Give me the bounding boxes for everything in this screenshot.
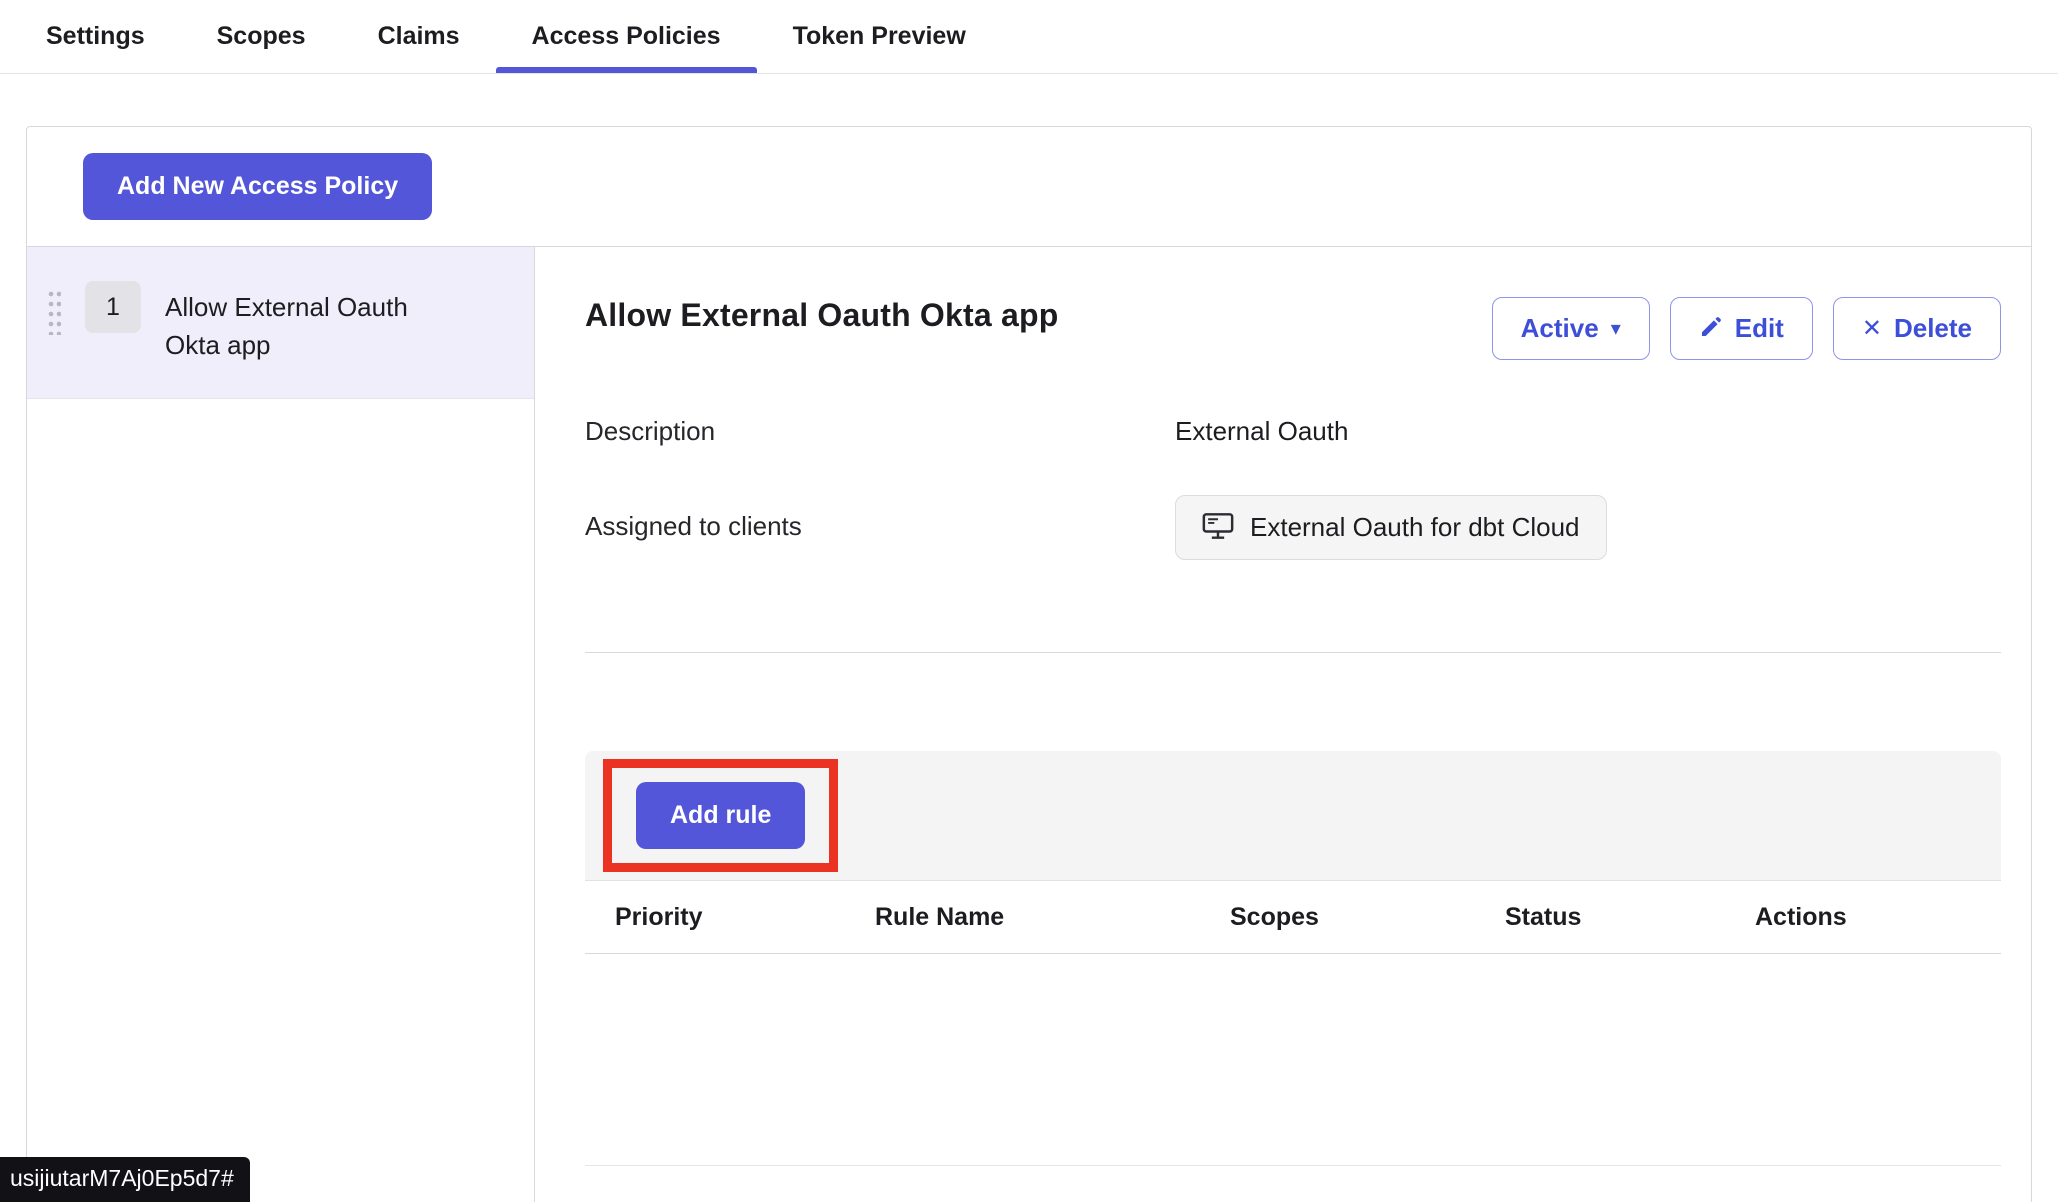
tab-claims[interactable]: Claims xyxy=(342,0,496,73)
edit-policy-label: Edit xyxy=(1735,313,1784,344)
policies-toolbar: Add New Access Policy xyxy=(27,127,2031,247)
policy-status-dropdown[interactable]: Active ▾ xyxy=(1492,297,1650,360)
tab-bar: Settings Scopes Claims Access Policies T… xyxy=(0,0,2058,74)
pencil-icon xyxy=(1699,315,1723,343)
status-url-overlay: usijiutarM7Aj0Ep5d7# xyxy=(0,1157,250,1202)
rules-toolbar: Add rule xyxy=(585,751,2001,880)
client-chip-label: External Oauth for dbt Cloud xyxy=(1250,512,1580,543)
assigned-clients-row: Assigned to clients External Oauth for d… xyxy=(585,495,2001,560)
edit-policy-button[interactable]: Edit xyxy=(1670,297,1813,360)
policy-actions: Active ▾ Edit ✕ xyxy=(1492,297,2001,360)
tab-token-preview[interactable]: Token Preview xyxy=(757,0,1002,73)
close-icon: ✕ xyxy=(1862,314,1882,343)
tab-settings[interactable]: Settings xyxy=(10,0,181,73)
description-value: External Oauth xyxy=(1175,416,1348,447)
tab-scopes[interactable]: Scopes xyxy=(181,0,342,73)
policy-priority-badge: 1 xyxy=(85,281,141,333)
rules-table-body xyxy=(585,954,2001,1166)
policy-list-item[interactable]: 1 Allow External Oauth Okta app xyxy=(27,247,534,399)
policy-status-label: Active xyxy=(1521,313,1599,344)
assigned-clients-label: Assigned to clients xyxy=(585,495,1175,560)
delete-policy-button[interactable]: ✕ Delete xyxy=(1833,297,2001,360)
tab-access-policies[interactable]: Access Policies xyxy=(496,0,757,73)
column-header-actions: Actions xyxy=(1755,903,2001,932)
column-header-scopes: Scopes xyxy=(1230,903,1505,932)
add-new-access-policy-button[interactable]: Add New Access Policy xyxy=(83,153,432,220)
delete-policy-label: Delete xyxy=(1894,313,1972,344)
column-header-status: Status xyxy=(1505,903,1755,932)
client-chip[interactable]: External Oauth for dbt Cloud xyxy=(1175,495,1607,560)
rules-table-header: Priority Rule Name Scopes Status Actions xyxy=(585,880,2001,954)
monitor-icon xyxy=(1202,512,1234,543)
section-divider xyxy=(585,652,2001,653)
description-row: Description External Oauth xyxy=(585,416,2001,447)
add-rule-button[interactable]: Add rule xyxy=(636,782,805,849)
annotation-highlight: Add rule xyxy=(603,759,838,872)
caret-down-icon: ▾ xyxy=(1611,316,1621,341)
column-header-rule-name: Rule Name xyxy=(875,903,1230,932)
drag-handle-icon[interactable] xyxy=(47,289,61,335)
description-label: Description xyxy=(585,416,1175,447)
column-header-priority: Priority xyxy=(615,903,875,932)
policy-list-item-label: Allow External Oauth Okta app xyxy=(165,281,455,364)
rules-section: Add rule Priority Rule Name Scopes Statu… xyxy=(585,751,2001,1166)
policy-detail: Allow External Oauth Okta app Active ▾ xyxy=(535,247,2031,1202)
policy-list: 1 Allow External Oauth Okta app xyxy=(27,247,535,1202)
access-policies-panel: Add New Access Policy 1 Allow External O… xyxy=(26,126,2032,1202)
policy-title: Allow External Oauth Okta app xyxy=(585,297,1058,334)
